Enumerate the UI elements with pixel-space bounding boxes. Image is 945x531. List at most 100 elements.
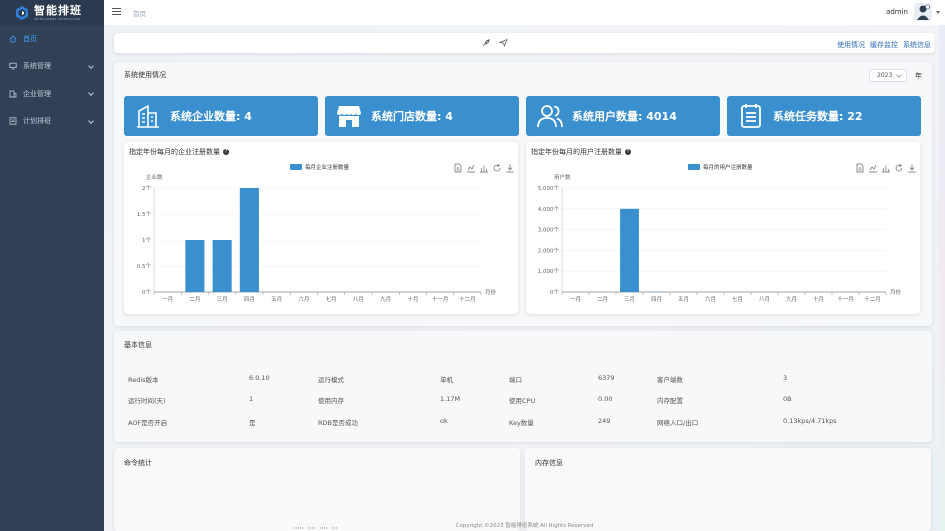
x-tick-label: 一月 <box>162 296 173 303</box>
store-icon <box>337 106 361 127</box>
info-label: 客户端数 <box>657 376 683 384</box>
sidebar-item-label: 计划排班 <box>23 117 51 126</box>
file-icon[interactable] <box>856 163 864 173</box>
bar-chart-icon[interactable] <box>480 165 488 173</box>
y-tick-label: 2个 <box>142 185 151 192</box>
link-usage[interactable]: 使用情况 <box>837 40 865 50</box>
chart-canvas: 每月企业注册数量企业数 0个 0.5个 1个 1.5个 2个月份一月 二月 三月 四月 五月 六月 七… <box>137 163 514 303</box>
download-icon[interactable] <box>908 164 916 173</box>
info-label: RDB是否成功 <box>318 419 358 427</box>
basic-info-section: 基本信息 Redis版本 6.0.10 运行模式 单机 端口 6379 客户端数 3 运行时间(… <box>114 331 932 442</box>
info-label: Redis版本 <box>128 376 159 384</box>
caret-down-icon[interactable] <box>936 11 940 14</box>
stat-stores: 系统门店数量: 4 <box>325 96 519 136</box>
x-tick-label: 三月 <box>624 296 635 303</box>
avatar[interactable] <box>914 3 932 21</box>
file-icon[interactable] <box>454 163 462 173</box>
y-tick-label: 1,000个 <box>538 268 560 275</box>
bar <box>185 240 205 292</box>
info-value: 249 <box>598 417 611 425</box>
building-icon <box>9 90 17 98</box>
stat-tasks: 系统任务数量: 22 <box>727 96 921 136</box>
year-select[interactable]: 2023 <box>869 69 907 82</box>
stat-label: 系统用户数量: 4014 <box>572 110 677 123</box>
bar <box>620 208 639 292</box>
x-tick-label: 五月 <box>678 296 689 303</box>
y-axis-label: 用户数 <box>554 173 571 181</box>
refresh-icon[interactable] <box>895 164 903 172</box>
stat-enterprises: 系统企业数量: 4 <box>124 96 318 136</box>
info-value: 单机 <box>440 376 453 384</box>
sidebar-item-enterprise[interactable]: 企业管理 <box>0 80 104 108</box>
year-unit: 年 <box>915 72 922 80</box>
download-icon[interactable] <box>506 164 514 173</box>
refresh-icon[interactable] <box>493 164 501 172</box>
info-value: 6.0.10 <box>249 374 270 382</box>
stat-label: 系统任务数量: 22 <box>773 110 863 123</box>
info-value: 0.13kps/4.71kps <box>783 417 837 425</box>
line-chart-icon[interactable] <box>869 164 877 173</box>
x-tick-label: 九月 <box>380 295 391 303</box>
info-label: 使用CPU <box>509 397 536 405</box>
info-label: AOF是否开启 <box>128 419 168 427</box>
x-tick-label: 十二月 <box>864 295 881 303</box>
monitor-icon <box>9 63 17 70</box>
info-label: 使用内存 <box>318 397 344 405</box>
y-tick-label: 5,000个 <box>538 185 560 192</box>
x-tick-label: 十月 <box>813 295 824 303</box>
logo[interactable]: 智能排班 INTELLIGENT SCHEDULING <box>0 0 104 25</box>
line-chart-icon[interactable] <box>467 164 475 173</box>
command-stats-section: 命令统计 <box>114 448 520 531</box>
sidebar-item-schedule[interactable]: 计划排班 <box>0 108 104 136</box>
chart-canvas: 每月的用户注册数量用户数 0个 1,000个 2,000个 3,000个 4,000个 5,… <box>538 163 916 303</box>
x-tick-label: 一月 <box>570 296 581 303</box>
info-value: 1 <box>249 395 254 403</box>
bar-chart-icon[interactable] <box>882 165 890 173</box>
info-value: ok <box>440 417 448 425</box>
chevron-down-icon <box>88 117 94 124</box>
user-name[interactable]: admin <box>886 8 908 16</box>
sidebar-item-label: 系统管理 <box>23 62 51 71</box>
info-label: 端口 <box>509 376 522 384</box>
x-tick-label: 十一月 <box>837 295 854 303</box>
user-chart: 指定年份每月的用户注册数量 ? 每月的用户注册数量 用户数 0个 1,000个 2,00… <box>526 142 920 314</box>
y-tick-label: 0个 <box>550 289 559 296</box>
x-tick-label: 八月 <box>353 296 364 303</box>
y-tick-label: 3,000个 <box>538 227 560 234</box>
y-tick-label: 0.5个 <box>137 263 152 270</box>
info-value: 1.17M <box>440 395 461 403</box>
info-label: 运行时间(天) <box>128 397 166 405</box>
app-subtitle: INTELLIGENT SCHEDULING <box>34 16 81 21</box>
legend-label: 每月的用户注册数量 <box>703 163 753 171</box>
users-icon <box>537 105 563 128</box>
chevron-down-icon <box>88 90 94 96</box>
section-title: 基本信息 <box>124 341 152 349</box>
rocket-icon[interactable] <box>482 38 491 47</box>
info-value: 是 <box>249 419 256 427</box>
stat-label: 系统门店数量: 4 <box>371 110 453 123</box>
scrollbar[interactable] <box>939 25 945 531</box>
x-tick-label: 三月 <box>217 296 228 303</box>
home-icon <box>9 35 17 43</box>
y-tick-label: 1个 <box>142 237 151 244</box>
usage-section: 系统使用情况 2023 年 系统企业数量: 4 系统门店数量: 4 系统用户数量… <box>114 62 932 326</box>
bar <box>212 240 232 292</box>
link-system-info[interactable]: 系统信息 <box>903 40 931 50</box>
plane-icon[interactable] <box>498 38 508 47</box>
x-axis-label: 月份 <box>485 288 497 296</box>
link-cache-monitor[interactable]: 缓存监控 <box>870 40 898 50</box>
enterprise-chart: 指定年份每月的企业注册数量 ? 每月企业注册数量 企业数 0个 0.5个 1个 1.5个 2… <box>124 142 518 314</box>
info-value: 3 <box>783 374 788 382</box>
info-label: 网络入口/出口 <box>657 419 699 427</box>
x-tick-label: 四月 <box>244 296 255 303</box>
y-tick-label: 2,000个 <box>538 247 560 254</box>
info-value: 0.00 <box>598 395 613 403</box>
x-tick-label: 二月 <box>189 296 200 303</box>
sidebar-item-system[interactable]: 系统管理 <box>0 53 104 81</box>
breadcrumb[interactable]: 首页 <box>133 8 146 18</box>
sidebar-item-home[interactable]: 首页 <box>0 25 104 53</box>
sidebar-item-label: 首页 <box>23 34 37 43</box>
sidebar: 智能排班 INTELLIGENT SCHEDULING 首页 系统管理 企业管理… <box>0 0 104 531</box>
hamburger-icon[interactable] <box>112 8 121 16</box>
calendar-icon <box>741 104 761 128</box>
